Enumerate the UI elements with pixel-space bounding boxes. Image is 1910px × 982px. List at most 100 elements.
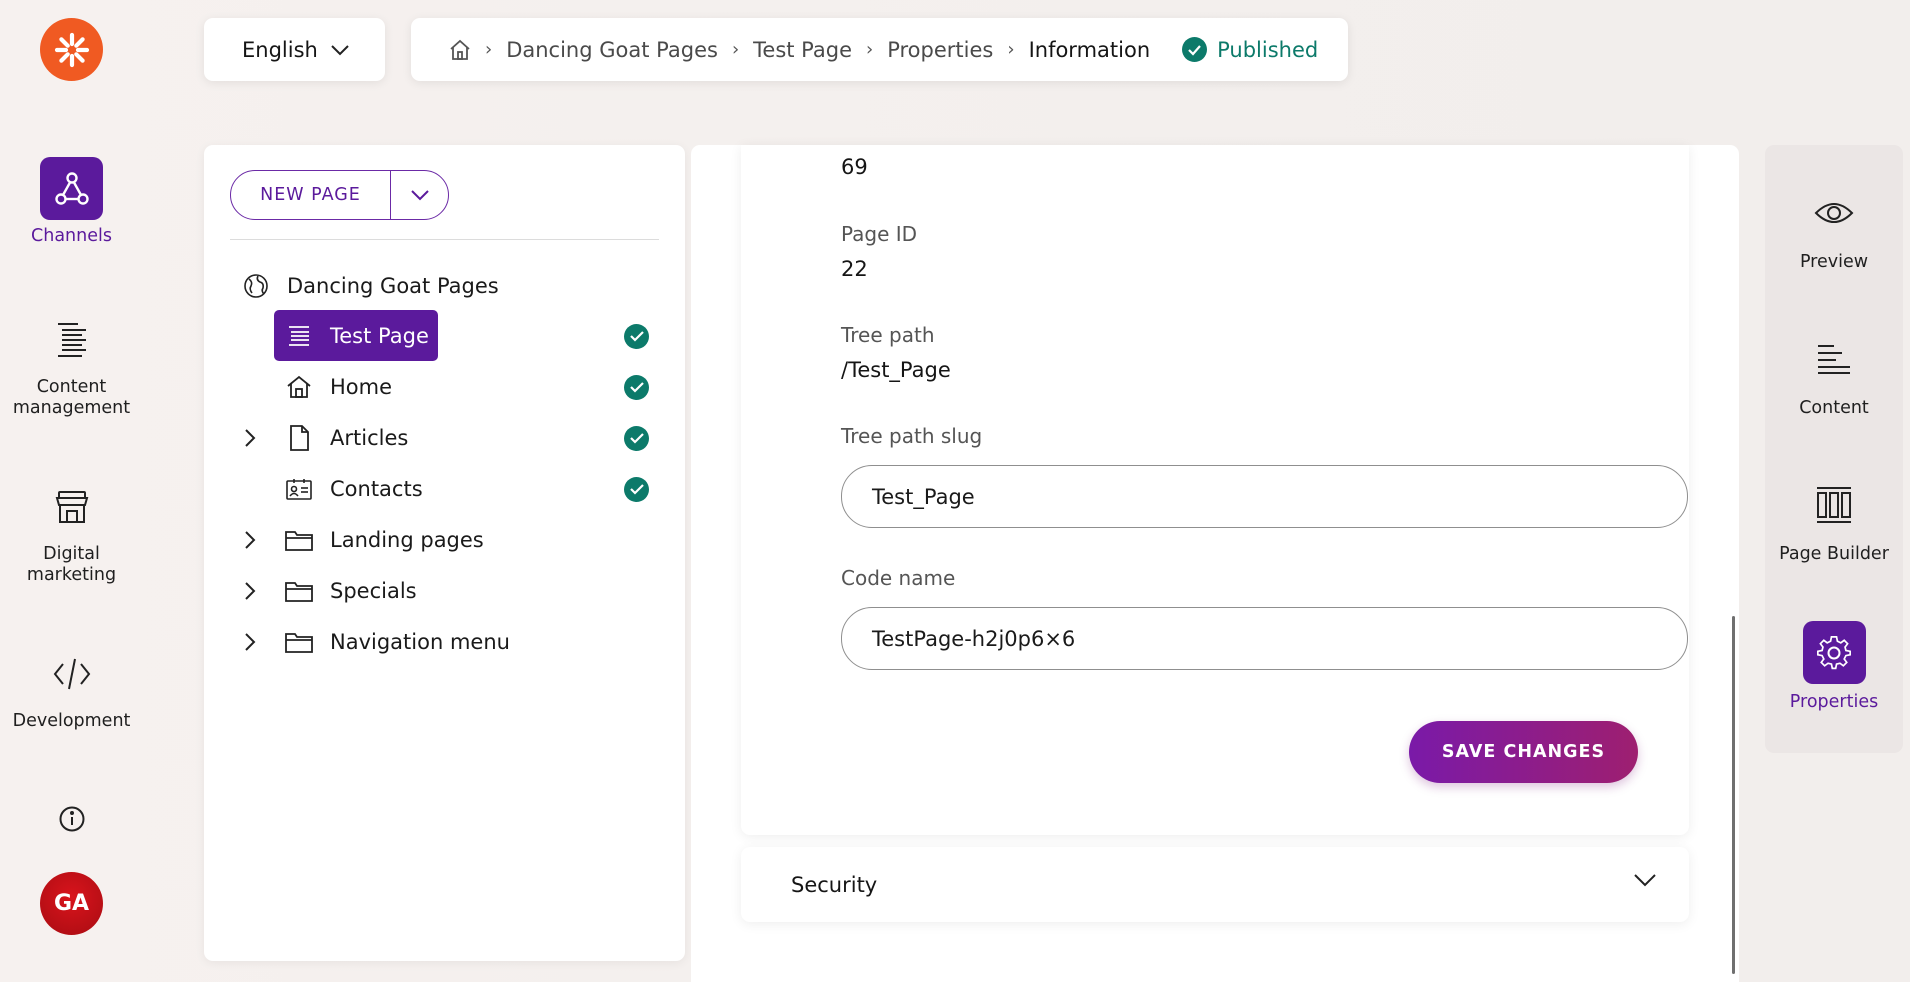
- breadcrumb-separator: ›: [1007, 39, 1015, 60]
- content-management-icon: [40, 308, 103, 371]
- folder-icon: [285, 526, 313, 554]
- language-selector[interactable]: English: [204, 18, 385, 81]
- chevron-right-icon[interactable]: [240, 530, 260, 550]
- right-rail: Preview Content Page Builder Properties: [1765, 145, 1903, 753]
- chevron-down-icon: [331, 44, 349, 55]
- rail-label: Page Builder: [1779, 544, 1889, 564]
- kentico-logo[interactable]: [40, 18, 103, 81]
- nav-channels[interactable]: Channels: [0, 157, 143, 247]
- breadcrumb-separator: ›: [731, 39, 740, 60]
- breadcrumb-item[interactable]: Properties: [887, 38, 993, 62]
- tree-item-label: Articles: [330, 426, 409, 450]
- tree-item-label: Navigation menu: [330, 630, 510, 654]
- rail-preview[interactable]: Preview: [1765, 181, 1903, 272]
- folder-icon: [285, 628, 313, 656]
- breadcrumb: › Dancing Goat Pages › Test Page › Prope…: [411, 18, 1348, 81]
- tree-item-label: Landing pages: [330, 528, 484, 552]
- new-page-dropdown-button[interactable]: [391, 171, 448, 219]
- tree-item-label: Home: [330, 375, 393, 399]
- page-id-value: 22: [841, 257, 868, 281]
- tree-item-label: Specials: [330, 579, 417, 603]
- code-name-input[interactable]: TestPage-h2j0p6×6: [841, 607, 1688, 670]
- nav-content-management[interactable]: Content management: [0, 308, 143, 419]
- rail-label: Content: [1799, 398, 1869, 418]
- tree-item-contacts[interactable]: Contacts: [204, 464, 685, 514]
- rail-page-builder[interactable]: Page Builder: [1765, 473, 1903, 564]
- eye-icon: [1803, 181, 1866, 244]
- new-page-button[interactable]: NEW PAGE: [231, 171, 391, 219]
- chevron-right-icon[interactable]: [240, 632, 260, 652]
- left-navigation: Channels Content management Digital mark…: [0, 0, 143, 982]
- code-name-value: TestPage-h2j0p6×6: [872, 626, 1076, 651]
- divider: [230, 239, 659, 240]
- new-page-split-button: NEW PAGE: [230, 170, 449, 220]
- home-icon: [285, 373, 313, 401]
- globe-icon: [242, 272, 270, 300]
- home-icon[interactable]: [449, 39, 471, 61]
- nav-label: Development: [12, 711, 131, 731]
- published-check-icon: [624, 323, 649, 349]
- chevron-right-icon[interactable]: [240, 581, 260, 601]
- tree-item-landing-pages[interactable]: Landing pages: [204, 515, 685, 565]
- user-avatar[interactable]: GA: [40, 872, 103, 935]
- language-value: English: [242, 37, 318, 62]
- content-tree-panel: NEW PAGE Dancing Goat Pages Test Page Ho…: [204, 145, 685, 961]
- page-id-label: Page ID: [841, 222, 918, 246]
- chevron-down-icon: [1634, 874, 1656, 887]
- breadcrumb-current: Information: [1028, 37, 1151, 62]
- tree-item-specials[interactable]: Specials: [204, 566, 685, 616]
- breadcrumb-separator: ›: [866, 39, 874, 60]
- tree-root-dancing-goat-pages[interactable]: Dancing Goat Pages: [204, 261, 685, 311]
- rail-label: Preview: [1799, 252, 1869, 272]
- tree-path-value: /Test_Page: [841, 358, 951, 382]
- tree-item-label: Contacts: [330, 477, 423, 501]
- chevron-down-icon: [410, 190, 429, 201]
- nav-development[interactable]: Development: [0, 642, 143, 732]
- scrollbar[interactable]: [1732, 616, 1735, 974]
- breadcrumb-item[interactable]: Dancing Goat Pages: [506, 38, 718, 62]
- published-check-icon: [624, 374, 649, 400]
- check-circle-icon: [1182, 37, 1208, 62]
- status-text: Published: [1217, 37, 1319, 62]
- nav-label: Channels: [31, 226, 112, 246]
- info-icon: [59, 806, 84, 831]
- breadcrumb-item[interactable]: Test Page: [753, 38, 852, 62]
- published-check-icon: [624, 476, 649, 502]
- save-changes-button[interactable]: SAVE CHANGES: [1409, 721, 1638, 783]
- content-lines-icon: [1803, 327, 1866, 390]
- digital-marketing-icon: [40, 475, 103, 538]
- nav-label: Digital marketing: [26, 544, 117, 585]
- rail-content[interactable]: Content: [1765, 327, 1903, 418]
- tree-path-slug-label: Tree path slug: [841, 424, 983, 448]
- chevron-right-icon[interactable]: [240, 428, 260, 448]
- contact-card-icon: [285, 475, 313, 503]
- page-lines-icon: [285, 322, 313, 350]
- published-check-icon: [624, 425, 649, 451]
- info-button[interactable]: [56, 803, 87, 834]
- field-value-top: 69: [841, 155, 868, 179]
- channels-icon: [40, 157, 103, 220]
- breadcrumb-separator: ›: [485, 39, 493, 60]
- tree-item-label: Dancing Goat Pages: [287, 274, 499, 298]
- security-section-header[interactable]: Security: [741, 847, 1689, 922]
- security-label: Security: [791, 872, 878, 897]
- tree-item-label: Test Page: [330, 324, 429, 348]
- tree-item-test-page[interactable]: Test Page: [204, 311, 685, 361]
- folder-icon: [285, 577, 313, 605]
- tree-path-slug-input[interactable]: Test_Page: [841, 465, 1688, 528]
- tree-path-slug-value: Test_Page: [872, 484, 975, 509]
- file-icon: [285, 424, 313, 452]
- rail-label: Properties: [1789, 692, 1879, 712]
- rail-properties[interactable]: Properties: [1765, 621, 1903, 712]
- tree-item-home[interactable]: Home: [204, 362, 685, 412]
- code-name-label: Code name: [841, 566, 956, 590]
- nav-digital-marketing[interactable]: Digital marketing: [0, 475, 143, 586]
- tree-path-label: Tree path: [841, 323, 935, 347]
- development-icon: [40, 642, 103, 705]
- asterisk-logo-icon: [54, 32, 89, 67]
- status-badge: Published: [1182, 37, 1318, 62]
- tree-item-articles[interactable]: Articles: [204, 413, 685, 463]
- tree-item-navigation-menu[interactable]: Navigation menu: [204, 617, 685, 667]
- nav-label: Content management: [12, 377, 131, 418]
- gear-icon: [1802, 621, 1866, 684]
